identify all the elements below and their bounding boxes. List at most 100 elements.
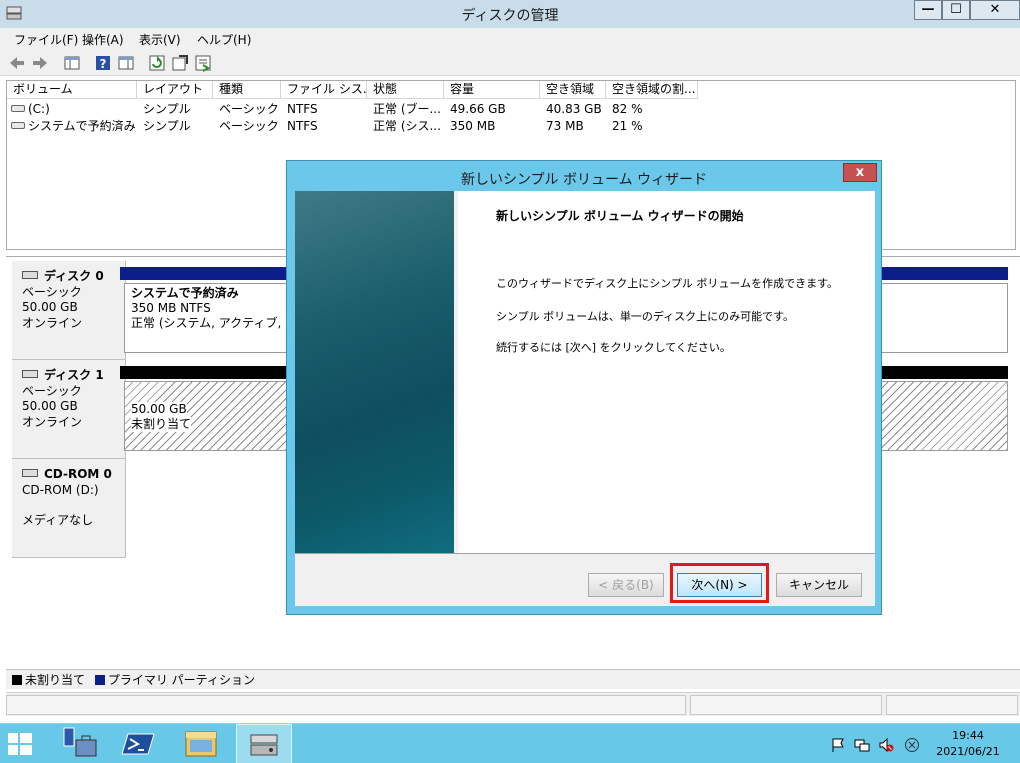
partition-size: 50.00 GB xyxy=(131,402,187,417)
column-header-layout[interactable]: レイアウト xyxy=(137,81,213,99)
volume-icon xyxy=(11,122,25,129)
taskbar-server-manager[interactable] xyxy=(56,724,112,763)
back-arrow-icon[interactable] xyxy=(8,54,26,72)
wizard-content-panel: 新しいシンプル ボリューム ウィザードの開始 このウィザードでディスク上にシンプ… xyxy=(458,191,875,553)
column-header-filesystem[interactable]: ファイル シス... xyxy=(281,81,367,99)
legend: 未割り当て プライマリ パーティション xyxy=(6,669,1020,689)
wizard-close-button[interactable]: x xyxy=(843,163,877,182)
cdrom-0-label[interactable]: CD-ROM 0 CD-ROM (D:) メディアなし xyxy=(12,459,126,558)
table-cell: シンプル xyxy=(143,102,191,116)
column-header-type[interactable]: 種類 xyxy=(213,81,281,99)
speaker-muted-icon[interactable] xyxy=(878,737,894,753)
table-cell: 21 % xyxy=(612,119,643,133)
table-cell: シンプル xyxy=(143,119,191,133)
menu-view[interactable]: 表示(V) xyxy=(139,31,181,48)
column-header-status[interactable]: 状態 xyxy=(367,81,444,99)
menu-action[interactable]: 操作(A) xyxy=(82,31,124,48)
wizard-body: 新しいシンプル ボリューム ウィザードの開始 このウィザードでディスク上にシンプ… xyxy=(295,191,875,606)
taskbar: 19:44 2021/06/21 xyxy=(0,723,1020,763)
toolbar: ? xyxy=(0,50,1020,76)
console-tree-icon[interactable] xyxy=(63,54,81,72)
show-hide-icon[interactable] xyxy=(117,54,135,72)
disk-size: 50.00 GB xyxy=(22,399,78,413)
refresh-icon[interactable] xyxy=(148,54,166,72)
table-cell: 350 MB xyxy=(450,119,496,133)
legend-unallocated: 未割り当て xyxy=(25,673,86,687)
disk-name: ディスク 0 xyxy=(44,269,104,283)
cell-text: (C:) xyxy=(28,102,50,116)
action-center-flag-icon[interactable] xyxy=(830,737,846,753)
disk-type: ベーシック xyxy=(22,284,82,299)
status-pane xyxy=(886,695,1018,715)
wizard-dialog: 新しいシンプル ボリューム ウィザード x 新しいシンプル ボリューム ウィザー… xyxy=(286,160,882,615)
primary-swatch xyxy=(94,675,105,685)
column-header-free-percent[interactable]: 空き領域の割... xyxy=(606,81,698,99)
table-cell: 正常 (シス... xyxy=(373,119,441,133)
properties-icon[interactable] xyxy=(171,54,189,72)
powershell-icon xyxy=(121,733,155,755)
table-cell: ベーシック xyxy=(219,119,279,133)
volume-icon xyxy=(11,105,25,112)
status-pane xyxy=(6,695,686,715)
back-button[interactable]: < 戻る(B) xyxy=(588,573,664,597)
wizard-paragraph: シンプル ボリュームは、単一のディスク上にのみ可能です。 xyxy=(496,310,794,323)
window-title-bar: ディスクの管理 — ☐ ✕ xyxy=(0,0,1020,28)
cancel-button[interactable]: キャンセル xyxy=(776,573,862,597)
table-cell: 82 % xyxy=(612,102,643,116)
disk-1-label[interactable]: ディスク 1 ベーシック 50.00 GB オンライン xyxy=(12,360,126,459)
wizard-paragraph: このウィザードでディスク上にシンプル ボリュームを作成できます。 xyxy=(496,277,838,290)
start-button[interactable] xyxy=(0,724,56,763)
window-title: ディスクの管理 xyxy=(461,8,559,24)
wizard-title: 新しいシンプル ボリューム ウィザード xyxy=(460,172,708,188)
taskbar-file-explorer[interactable] xyxy=(174,724,230,763)
disk-icon xyxy=(22,370,38,378)
file-explorer-icon xyxy=(185,731,217,757)
taskbar-powershell[interactable] xyxy=(112,724,168,763)
wizard-side-banner xyxy=(295,191,454,553)
legend-primary: プライマリ パーティション xyxy=(107,673,255,687)
forward-arrow-icon[interactable] xyxy=(31,54,49,72)
export-icon[interactable] xyxy=(194,54,212,72)
disk-status: オンライン xyxy=(22,414,83,429)
table-cell: 73 MB xyxy=(546,119,584,133)
taskbar-disk-management[interactable] xyxy=(236,724,292,763)
column-header-volume[interactable]: ボリューム xyxy=(7,81,137,99)
disk-size: 50.00 GB xyxy=(22,300,78,314)
wizard-heading: 新しいシンプル ボリューム ウィザードの開始 xyxy=(496,209,744,223)
menu-file[interactable]: ファイル(F) xyxy=(14,31,78,48)
next-button[interactable]: 次へ(N) > xyxy=(677,573,762,597)
wizard-separator xyxy=(295,553,875,554)
server-manager-icon xyxy=(63,727,97,757)
minimize-button[interactable]: — xyxy=(914,0,942,20)
clock-time: 19:44 xyxy=(952,729,984,742)
taskbar-clock[interactable]: 19:44 2021/06/21 xyxy=(928,728,1008,760)
close-circle-icon[interactable] xyxy=(904,737,920,753)
network-icon[interactable] xyxy=(854,737,870,753)
menu-help[interactable]: ヘルプ(H) xyxy=(197,31,251,48)
close-button[interactable]: ✕ xyxy=(970,0,1020,20)
volume-name-cell: システムで予約済み xyxy=(11,118,137,135)
partition-status: 未割り当て xyxy=(131,417,192,432)
cell-text: システムで予約済み xyxy=(28,119,136,133)
help-icon[interactable]: ? xyxy=(94,54,112,72)
table-cell: ベーシック xyxy=(219,102,279,116)
disk-0-label[interactable]: ディスク 0 ベーシック 50.00 GB オンライン xyxy=(12,261,126,360)
status-bar xyxy=(6,692,1020,716)
unallocated-swatch xyxy=(12,675,22,685)
volume-name-cell: (C:) xyxy=(11,101,135,118)
maximize-button[interactable]: ☐ xyxy=(942,0,970,20)
disk-size xyxy=(22,498,125,513)
column-header-capacity[interactable]: 容量 xyxy=(444,81,540,99)
disk-icon xyxy=(22,271,38,279)
status-pane xyxy=(690,695,882,715)
disk-management-icon xyxy=(250,734,278,756)
table-cell: 40.83 GB xyxy=(546,102,602,116)
disk-status: メディアなし xyxy=(22,513,94,527)
column-header-free-space[interactable]: 空き領域 xyxy=(540,81,606,99)
table-cell: 49.66 GB xyxy=(450,102,506,116)
wizard-paragraph: 続行するには [次へ] をクリックしてください。 xyxy=(496,341,731,354)
disk-type: CD-ROM (D:) xyxy=(22,482,99,497)
disk-type: ベーシック xyxy=(22,383,82,398)
table-cell: NTFS xyxy=(287,102,318,116)
table-cell: NTFS xyxy=(287,119,318,133)
